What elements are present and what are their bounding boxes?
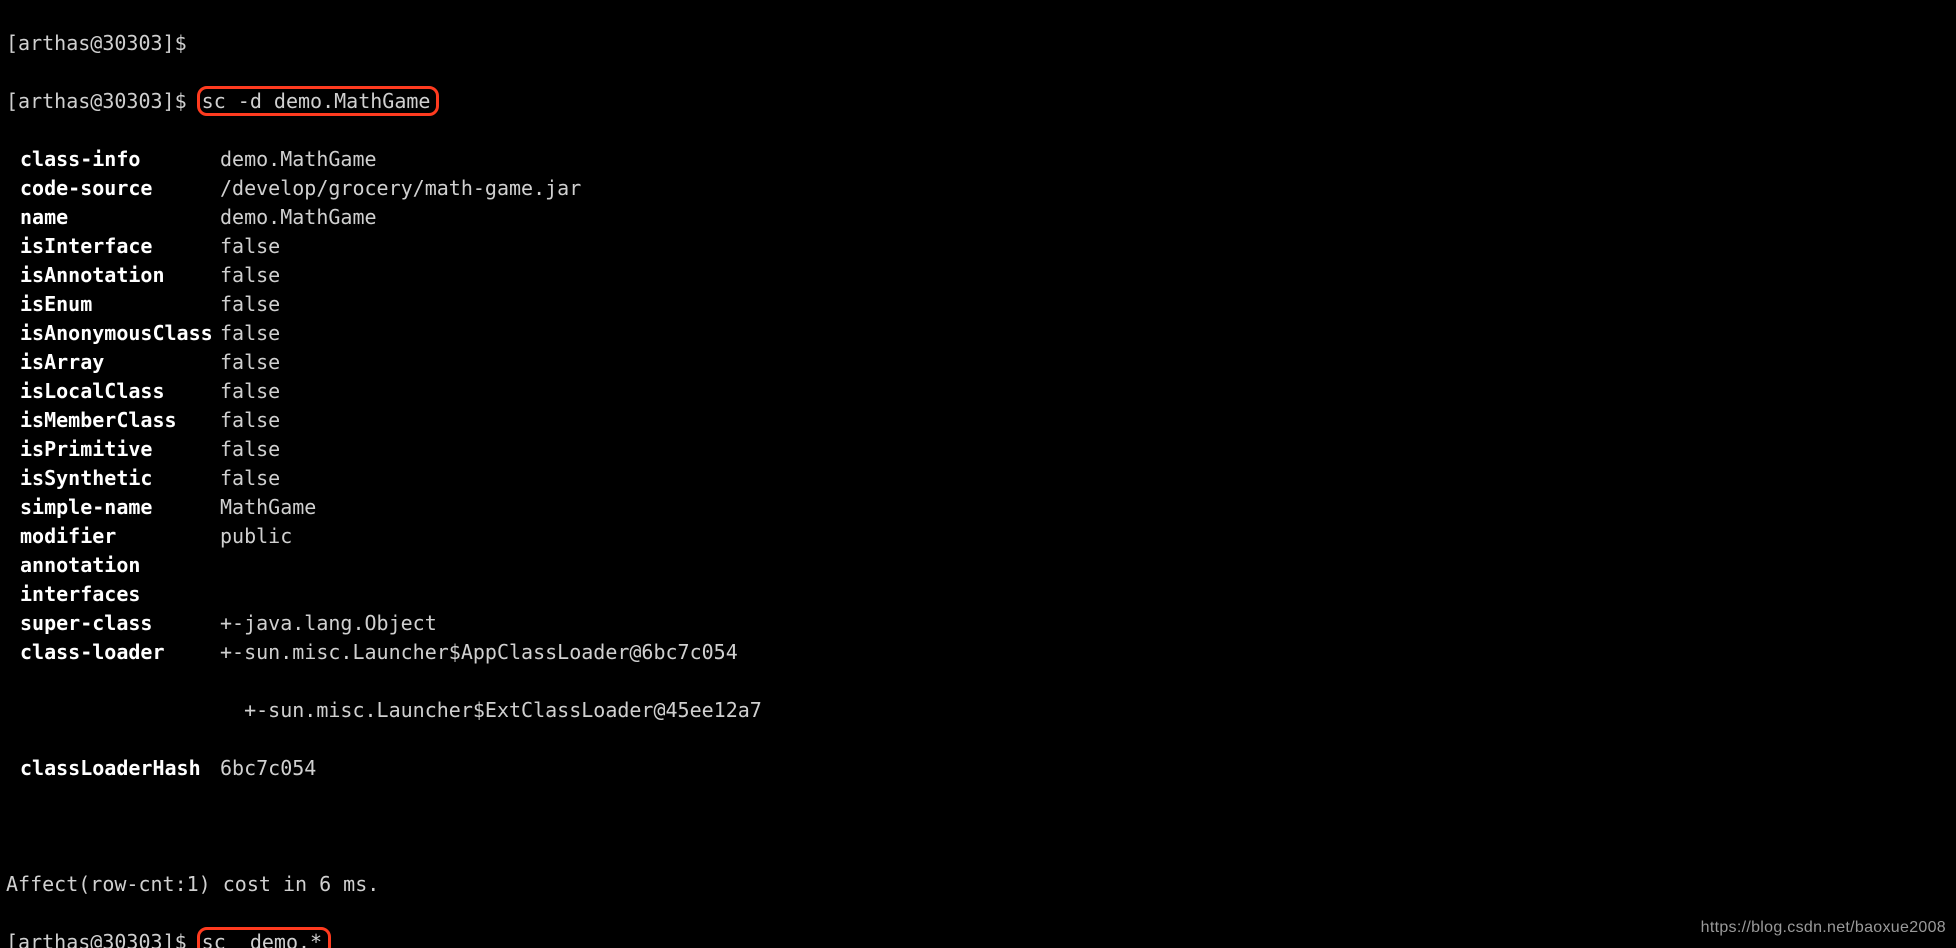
command-line-1: [arthas@30303]$ sc -d demo.MathGame [6, 87, 1950, 116]
field-value: +-java.lang.Object [220, 611, 437, 635]
table-row: namedemo.MathGame [20, 203, 1950, 232]
prompt: [arthas@30303]$ [6, 930, 187, 948]
table-row: isEnumfalse [20, 290, 1950, 319]
affect-line: Affect(row-cnt:1) cost in 6 ms. [6, 870, 1950, 899]
field-value: demo.MathGame [220, 205, 377, 229]
table-row: isInterfacefalse [20, 232, 1950, 261]
highlighted-command-2: sc demo.* [197, 927, 331, 948]
watermark: https://blog.csdn.net/baoxue2008 [1701, 913, 1946, 942]
field-key: isPrimitive [20, 435, 220, 464]
table-row: isAnonymousClassfalse [20, 319, 1950, 348]
field-key: annotation [20, 551, 220, 580]
field-key: isMemberClass [20, 406, 220, 435]
command-line-2: [arthas@30303]$ sc demo.* [6, 928, 1950, 948]
highlighted-command-1: sc -d demo.MathGame [197, 86, 440, 116]
prompt: [arthas@30303]$ [6, 31, 187, 55]
table-row: isArrayfalse [20, 348, 1950, 377]
field-value: false [220, 234, 280, 258]
class-info-table: class-infodemo.MathGamecode-source/devel… [6, 145, 1950, 667]
field-key: simple-name [20, 493, 220, 522]
field-value: false [220, 379, 280, 403]
field-value: MathGame [220, 495, 316, 519]
field-key: super-class [20, 609, 220, 638]
field-key: isAnonymousClass [20, 319, 220, 348]
field-key: class-info [20, 145, 220, 174]
table-row: isLocalClassfalse [20, 377, 1950, 406]
table-row: classLoaderHash6bc7c054 [6, 754, 1950, 783]
field-value: false [220, 466, 280, 490]
prompt: [arthas@30303]$ [6, 89, 187, 113]
field-key: name [20, 203, 220, 232]
table-row: +-sun.misc.Launcher$ExtClassLoader@45ee1… [6, 696, 1950, 725]
terminal[interactable]: [arthas@30303]$ [arthas@30303]$ sc -d de… [0, 0, 1956, 948]
field-key: code-source [20, 174, 220, 203]
field-value: public [220, 524, 292, 548]
field-key: isInterface [20, 232, 220, 261]
prompt-line: [arthas@30303]$ [6, 29, 1950, 58]
field-value: false [220, 321, 280, 345]
field-value: false [220, 263, 280, 287]
table-row: isPrimitivefalse [20, 435, 1950, 464]
field-key: isAnnotation [20, 261, 220, 290]
field-key: isLocalClass [20, 377, 220, 406]
class-loader-child: +-sun.misc.Launcher$ExtClassLoader@45ee1… [220, 698, 762, 722]
field-key: classLoaderHash [20, 754, 220, 783]
table-row: class-loader+-sun.misc.Launcher$AppClass… [20, 638, 1950, 667]
table-row: isSyntheticfalse [20, 464, 1950, 493]
field-value: false [220, 437, 280, 461]
field-value: demo.MathGame [220, 147, 377, 171]
blank-line [6, 812, 1950, 841]
table-row: modifierpublic [20, 522, 1950, 551]
field-key: isSynthetic [20, 464, 220, 493]
field-value: 6bc7c054 [220, 756, 316, 780]
table-row: interfaces [20, 580, 1950, 609]
field-key: class-loader [20, 638, 220, 667]
field-key: interfaces [20, 580, 220, 609]
field-value: false [220, 292, 280, 316]
table-row: isMemberClassfalse [20, 406, 1950, 435]
field-key: isEnum [20, 290, 220, 319]
table-row: simple-nameMathGame [20, 493, 1950, 522]
field-key: isArray [20, 348, 220, 377]
table-row: super-class+-java.lang.Object [20, 609, 1950, 638]
field-value: false [220, 408, 280, 432]
table-row: isAnnotationfalse [20, 261, 1950, 290]
table-row: code-source/develop/grocery/math-game.ja… [20, 174, 1950, 203]
field-value: false [220, 350, 280, 374]
table-row: class-infodemo.MathGame [20, 145, 1950, 174]
field-key: modifier [20, 522, 220, 551]
table-row: annotation [20, 551, 1950, 580]
field-value: /develop/grocery/math-game.jar [220, 176, 581, 200]
field-value: +-sun.misc.Launcher$AppClassLoader@6bc7c… [220, 640, 738, 664]
